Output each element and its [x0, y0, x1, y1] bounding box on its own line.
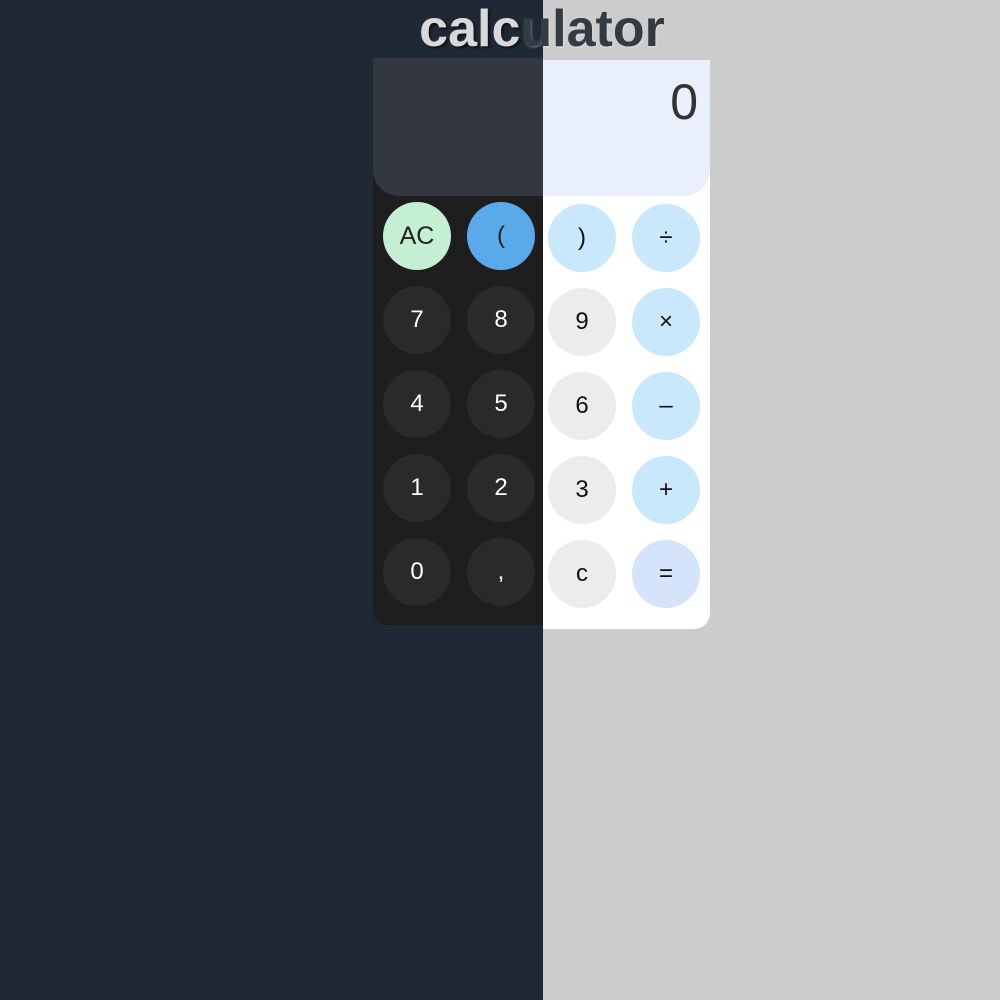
plus-button[interactable]: +: [632, 456, 700, 524]
all-clear-button[interactable]: AC: [383, 202, 451, 270]
digit-9-button[interactable]: 9: [548, 288, 616, 356]
display-light-panel: 0: [543, 60, 710, 196]
divide-button[interactable]: ÷: [632, 204, 700, 272]
close-paren-button[interactable]: ): [548, 204, 616, 272]
digit-7-button[interactable]: 7: [383, 286, 451, 354]
comma-button[interactable]: ,: [467, 538, 535, 606]
multiply-button[interactable]: ×: [632, 288, 700, 356]
digit-4-button[interactable]: 4: [383, 370, 451, 438]
digit-1-button[interactable]: 1: [383, 454, 451, 522]
digit-8-button[interactable]: 8: [467, 286, 535, 354]
display-dark-panel: [373, 58, 543, 196]
calculator-light-half: 0 ) ÷ 9 × 6 – 3 + c =: [543, 60, 710, 629]
open-paren-button[interactable]: (: [467, 202, 535, 270]
equals-button[interactable]: =: [632, 540, 700, 608]
display-value: 0: [670, 74, 698, 130]
digit-5-button[interactable]: 5: [467, 370, 535, 438]
app-title-left: calc: [419, 0, 521, 58]
app-title-right: ulator: [520, 0, 665, 58]
digit-3-button[interactable]: 3: [548, 456, 616, 524]
calculator-dark-half: AC ( 7 8 4 5 1 2 0 ,: [373, 58, 543, 625]
minus-button[interactable]: –: [632, 372, 700, 440]
app-title: calculator: [0, 0, 1000, 58]
digit-6-button[interactable]: 6: [548, 372, 616, 440]
clear-entry-button[interactable]: c: [548, 540, 616, 608]
digit-0-button[interactable]: 0: [383, 538, 451, 606]
digit-2-button[interactable]: 2: [467, 454, 535, 522]
